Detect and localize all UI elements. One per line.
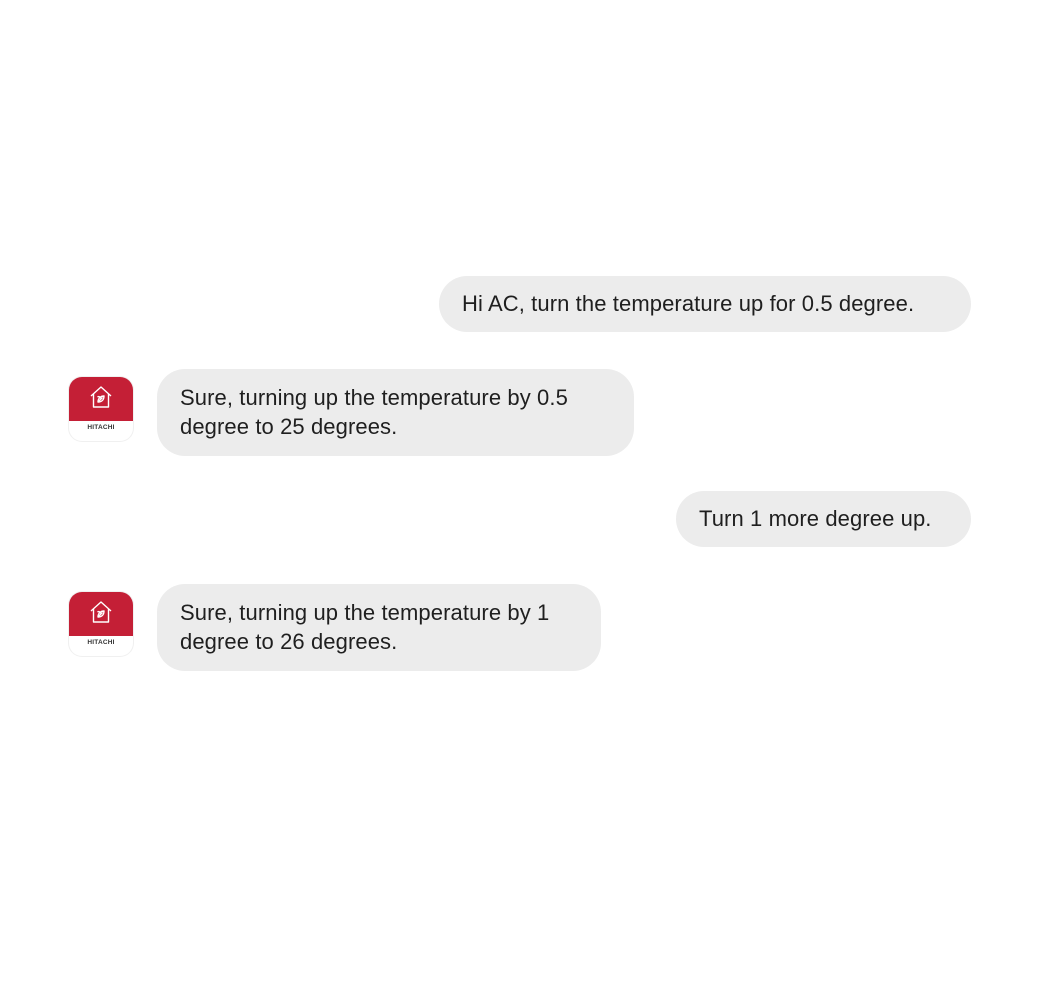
user-message-bubble: Hi AC, turn the temperature up for 0.5 d…	[439, 276, 971, 332]
assistant-avatar: HITACHI	[69, 377, 133, 441]
assistant-avatar: HITACHI	[69, 592, 133, 656]
message-text-line: degree to 25 degrees.	[180, 414, 398, 439]
assistant-message-bubble: Sure, turning up the temperature by 0.5 …	[157, 369, 634, 456]
hitachi-home-icon	[90, 601, 112, 623]
message-text-line: Sure, turning up the temperature by 0.5	[180, 385, 568, 410]
message-text-line: Sure, turning up the temperature by 1	[180, 600, 550, 625]
message-text: Turn 1 more degree up.	[699, 506, 932, 531]
message-text-line: degree to 26 degrees.	[180, 629, 398, 654]
avatar-brand-label: HITACHI	[87, 639, 115, 646]
message-text: Hi AC, turn the temperature up for 0.5 d…	[462, 291, 915, 316]
user-message-bubble: Turn 1 more degree up.	[676, 491, 971, 547]
assistant-message-bubble: Sure, turning up the temperature by 1 de…	[157, 584, 601, 671]
avatar-brand-label: HITACHI	[87, 424, 115, 431]
chat-conversation: Hi AC, turn the temperature up for 0.5 d…	[0, 0, 1052, 995]
hitachi-home-icon	[90, 386, 112, 408]
